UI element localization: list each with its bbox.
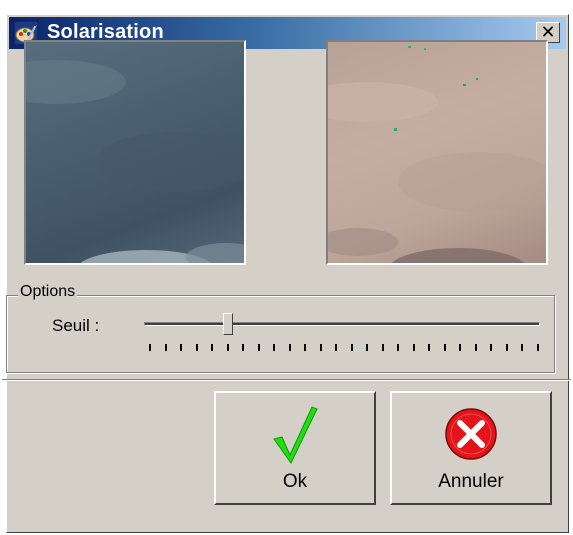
threshold-slider-thumb[interactable] bbox=[223, 313, 234, 335]
slider-tick bbox=[366, 344, 368, 351]
ok-button-label: Ok bbox=[282, 471, 308, 492]
slider-tick bbox=[289, 344, 291, 351]
slider-tick bbox=[413, 344, 415, 351]
slider-tick bbox=[304, 344, 306, 351]
checkmark-icon bbox=[273, 406, 318, 464]
slider-tick bbox=[149, 344, 151, 351]
slider-tick bbox=[521, 344, 523, 351]
slider-tick bbox=[227, 344, 229, 351]
slider-tick bbox=[242, 344, 244, 351]
slider-tick bbox=[382, 344, 384, 351]
slider-tick bbox=[165, 344, 167, 351]
slider-tick bbox=[444, 344, 446, 351]
slider-tick bbox=[180, 344, 182, 351]
button-area-divider bbox=[2, 379, 571, 381]
close-icon: ✕ bbox=[540, 22, 556, 42]
ok-button[interactable]: Ok bbox=[214, 391, 376, 505]
slider-tick bbox=[258, 344, 260, 351]
slider-tick bbox=[537, 344, 539, 351]
threshold-slider-track[interactable] bbox=[144, 322, 540, 326]
slider-tick bbox=[490, 344, 492, 351]
slider-tick bbox=[475, 344, 477, 351]
slider-tick bbox=[273, 344, 275, 351]
slider-tick bbox=[428, 344, 430, 351]
slider-tick bbox=[320, 344, 322, 351]
slider-tick bbox=[351, 344, 353, 351]
solarised-cloud-texture bbox=[328, 46, 546, 263]
slider-tick bbox=[397, 344, 399, 351]
slider-tick bbox=[196, 344, 198, 351]
threshold-slider-ticks bbox=[149, 344, 539, 351]
cancel-x-icon bbox=[445, 408, 497, 460]
cancel-button[interactable]: Annuler bbox=[390, 391, 552, 505]
solarised-image-preview bbox=[326, 40, 548, 265]
slider-tick bbox=[506, 344, 508, 351]
options-group-label: Options bbox=[18, 283, 78, 301]
original-cloud-texture bbox=[26, 60, 244, 263]
threshold-label: Seuil : bbox=[52, 316, 100, 335]
cancel-button-label: Annuler bbox=[438, 471, 504, 492]
original-image-preview bbox=[24, 40, 246, 265]
slider-tick bbox=[211, 344, 213, 351]
slider-tick bbox=[335, 344, 337, 351]
slider-tick bbox=[459, 344, 461, 351]
